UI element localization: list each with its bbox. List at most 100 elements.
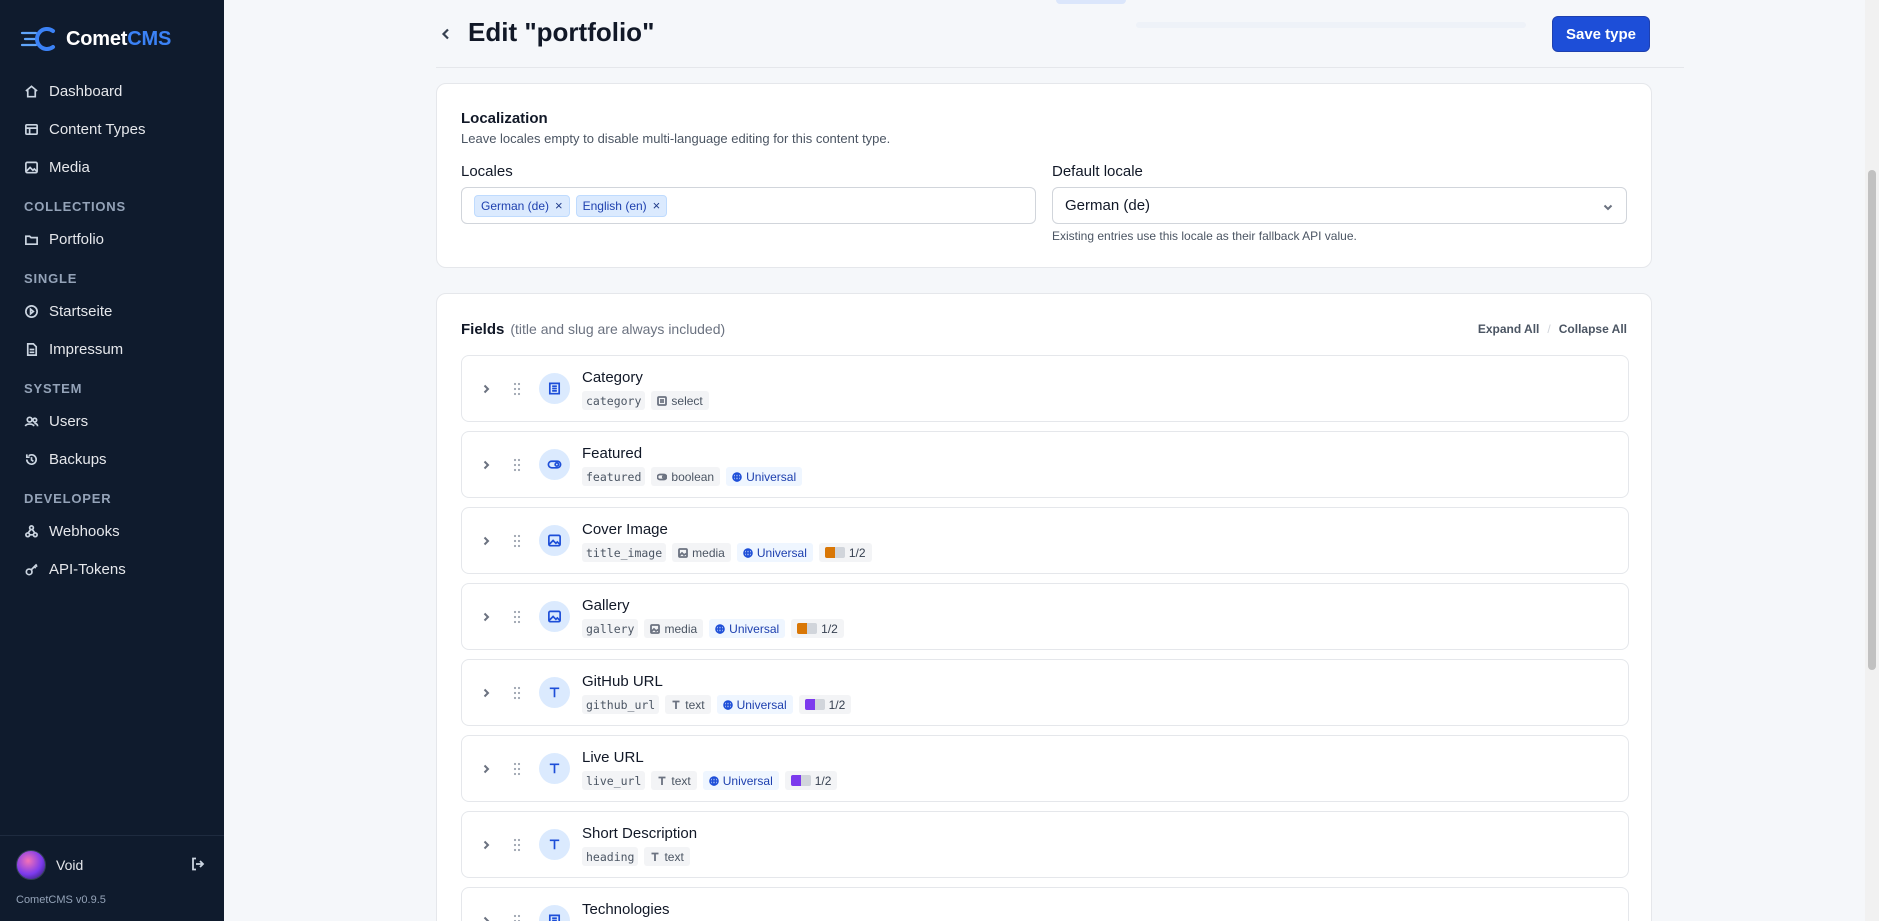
drag-handle-icon [513,762,521,776]
chevron-right-icon [483,916,490,921]
locales-input[interactable]: German (de) × English (en) × [461,187,1036,224]
sidebar-item-webhooks[interactable]: Webhooks [16,512,212,550]
text-type-icon [672,700,680,709]
localization-title: Localization [461,110,548,127]
drag-handle[interactable] [513,837,521,853]
field-title: Short Description [582,825,698,842]
app-logo[interactable]: CometCMS [20,24,171,54]
width-badge: 1/2 [818,543,872,562]
sidebar-item-users[interactable]: Users [16,402,212,440]
fields-heading: Fields (title and slug are always include… [461,321,725,338]
nav-section-collections: COLLECTIONS [24,199,126,214]
boolean-type-icon [657,473,668,480]
field-type-avatar [539,601,570,632]
media-type-icon [678,547,689,558]
scrollbar-thumb[interactable] [1868,170,1876,670]
universal-label: Universal [722,773,773,788]
sidebar-item-startseite[interactable]: Startseite [16,292,212,330]
field-row[interactable]: Category category select [461,355,1629,422]
back-button[interactable] [436,20,456,48]
sidebar-item-label: Startseite [49,302,113,320]
globe-icon [722,699,733,710]
drag-handle-icon [513,914,521,921]
drag-handle[interactable] [513,609,521,625]
folder-icon [25,234,38,245]
field-type-avatar [539,449,570,480]
drag-handle[interactable] [513,761,521,777]
sidebar-item-backups[interactable]: Backups [16,440,212,478]
user-name: Void [56,857,84,873]
default-locale-label: Default locale [1052,163,1143,180]
field-type-avatar [539,677,570,708]
logout-button[interactable] [190,856,208,874]
width-label: 1/2 [814,773,832,788]
expand-field-button[interactable] [480,458,492,470]
drag-handle-icon [513,838,521,852]
drag-handle[interactable] [513,457,521,473]
sidebar-item-api-tokens[interactable]: API-Tokens [16,550,212,588]
sidebar-item-label: Impressum [49,340,124,358]
locales-label: Locales [461,163,513,180]
collapse-all-button[interactable]: Collapse All [1559,322,1627,336]
universal-badge: Universal [702,771,779,790]
avatar[interactable] [16,850,46,880]
width-indicator [790,775,811,786]
actions-separator: / [1547,322,1551,336]
fields-card: Fields (title and slug are always include… [436,293,1652,921]
remove-locale-en-button[interactable]: × [653,198,661,213]
expand-field-button[interactable] [480,610,492,622]
drag-handle[interactable] [513,913,521,921]
sidebar-item-media[interactable]: Media [16,148,212,186]
default-locale-select[interactable]: German (de) [1052,187,1627,224]
field-title: Featured [582,445,643,462]
fields-actions: Expand All / Collapse All [1478,322,1627,336]
locale-chip-label: German (de) [481,198,550,213]
universal-badge: Universal [709,619,786,638]
default-locale-help: Existing entries use this locale as thei… [1052,229,1357,243]
image-icon [548,610,561,623]
sidebar-item-label: Content Types [49,120,146,138]
app-name: CometCMS [66,27,172,50]
sidebar-item-portfolio[interactable]: Portfolio [16,220,212,258]
chevron-right-icon [483,536,490,546]
expand-all-button[interactable]: Expand All [1478,322,1540,336]
field-row[interactable]: Cover Image title_image media Universal 1/2 [461,507,1629,574]
width-indicator [824,547,845,558]
sidebar-item-impressum[interactable]: Impressum [16,330,212,368]
expand-field-button[interactable] [480,686,492,698]
expand-field-button[interactable] [480,534,492,546]
width-label: 1/2 [848,545,866,560]
expand-field-button[interactable] [480,762,492,774]
save-type-button[interactable]: Save type [1552,16,1650,52]
text-icon [549,763,560,774]
field-type-avatar [539,753,570,784]
universal-label: Universal [756,545,807,560]
drag-handle[interactable] [513,381,521,397]
field-row[interactable]: Gallery gallery media Universal 1/2 [461,583,1629,650]
field-tags: featured boolean Universal [582,467,803,486]
field-row[interactable]: Technologies [461,887,1629,921]
field-row[interactable]: Short Description heading text [461,811,1629,878]
expand-field-button[interactable] [480,914,492,921]
sidebar-item-content-types[interactable]: Content Types [16,110,212,148]
comet-logo-icon [20,27,55,51]
expand-field-button[interactable] [480,382,492,394]
field-row[interactable]: Featured featured boolean Universal [461,431,1629,498]
width-fill [804,699,815,710]
remove-locale-de-button[interactable]: × [555,198,563,213]
expand-field-button[interactable] [480,838,492,850]
width-fill [824,547,835,558]
select-icon [548,914,561,921]
field-row[interactable]: GitHub URL github_url text Universal 1/2 [461,659,1629,726]
drag-handle[interactable] [513,533,521,549]
field-type-badge: media [644,619,704,638]
sidebar-item-dashboard[interactable]: Dashboard [16,72,212,110]
locale-chip-label: English (en) [582,198,647,213]
field-row[interactable]: Live URL live_url text Universal 1/2 [461,735,1629,802]
field-key: gallery [582,619,639,638]
drag-handle[interactable] [513,685,521,701]
nav-section-developer: DEVELOPER [24,491,112,506]
localization-description: Leave locales empty to disable multi-lan… [461,131,891,146]
page-scrollbar[interactable] [1865,0,1879,921]
field-tags: github_url text Universal 1/2 [582,695,852,714]
